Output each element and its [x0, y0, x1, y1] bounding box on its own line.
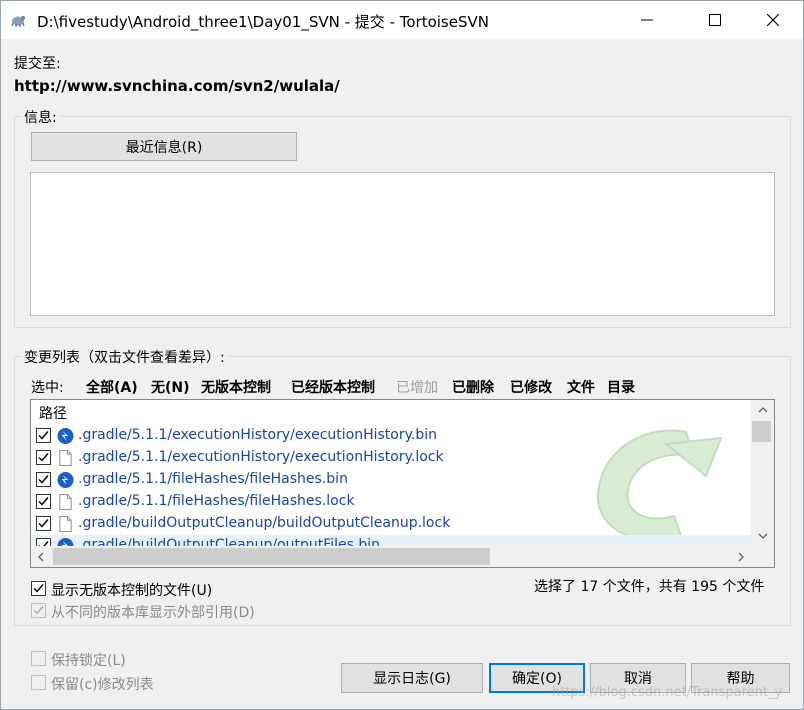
keep-changelists-label: 保留(c)修改列表 — [51, 677, 154, 693]
file-checkbox[interactable] — [36, 494, 51, 509]
filter-directories[interactable]: 目录 — [607, 377, 635, 397]
changes-list[interactable]: 路径 .gradle/5.1.1/executionHistory/execut… — [30, 399, 775, 568]
close-button[interactable] — [750, 1, 796, 39]
file-icon — [59, 449, 72, 467]
filter-deleted[interactable]: 已删除 — [452, 377, 494, 397]
file-icon — [59, 493, 72, 511]
tortoisesvn-app-icon — [11, 16, 25, 27]
filter-none[interactable]: 无(N) — [151, 377, 190, 397]
message-textarea[interactable] — [30, 172, 775, 316]
filter-modified[interactable]: 已修改 — [510, 377, 552, 397]
file-checkbox[interactable] — [36, 428, 51, 443]
maximize-icon — [709, 14, 721, 26]
file-row[interactable]: .gradle/5.1.1/executionHistory/execution… — [31, 425, 751, 447]
scroll-left-button[interactable] — [31, 546, 51, 567]
checkmark-icon — [38, 497, 49, 506]
file-checkbox[interactable] — [36, 516, 51, 531]
horizontal-scroll-thumb[interactable] — [53, 548, 490, 565]
minimize-button[interactable] — [624, 1, 670, 39]
column-header-path[interactable]: 路径 — [39, 403, 67, 423]
file-path: .gradle/5.1.1/executionHistory/execution… — [78, 449, 444, 465]
scroll-up-button[interactable] — [751, 400, 774, 420]
checkmark-icon — [38, 431, 49, 440]
minimize-icon — [641, 19, 653, 21]
file-checkbox[interactable] — [36, 450, 51, 465]
watermark-text: https://blog.csdn.net/Transparent_y — [552, 685, 783, 700]
vertical-scrollbar[interactable] — [751, 400, 774, 546]
file-path: .gradle/5.1.1/executionHistory/execution… — [78, 427, 437, 443]
commit-dialog: D:\fivestudy\Android_three1\Day01_SVN - … — [0, 0, 804, 710]
title-bar: D:\fivestudy\Android_three1\Day01_SVN - … — [1, 1, 803, 39]
scroll-down-button[interactable] — [751, 526, 774, 546]
keep-locks-checkbox — [31, 651, 46, 666]
horizontal-scrollbar[interactable] — [31, 546, 751, 567]
chevron-right-icon — [738, 552, 744, 561]
checkmark-icon — [33, 606, 44, 615]
file-checkbox[interactable] — [36, 472, 51, 487]
file-row[interactable]: .gradle/buildOutputCleanup/buildOutputCl… — [31, 513, 751, 535]
close-icon — [767, 14, 779, 26]
commit-to-label: 提交至: — [14, 56, 61, 72]
checkmark-icon — [38, 453, 49, 462]
scrollbar-corner — [751, 546, 774, 567]
file-path: .gradle/buildOutputCleanup/buildOutputCl… — [78, 515, 451, 531]
file-icon — [59, 515, 72, 533]
svn-add-icon — [57, 427, 74, 445]
chevron-down-icon — [758, 533, 767, 539]
scroll-right-button[interactable] — [731, 546, 751, 567]
filter-unversioned[interactable]: 无版本控制 — [201, 377, 271, 397]
changes-group-label: 变更列表（双击文件查看差异）: — [21, 347, 228, 367]
show-unversioned-checkbox[interactable] — [31, 581, 46, 596]
keep-changelists-checkbox — [31, 675, 46, 690]
chevron-left-icon — [38, 552, 44, 561]
checkmark-icon — [38, 475, 49, 484]
file-row[interactable]: .gradle/5.1.1/executionHistory/execution… — [31, 447, 751, 469]
show-log-button[interactable]: 显示日志(G) — [341, 663, 483, 693]
filter-all[interactable]: 全部(A) — [86, 377, 138, 397]
filter-versioned[interactable]: 已经版本控制 — [291, 377, 375, 397]
file-path: .gradle/5.1.1/fileHashes/fileHashes.lock — [78, 493, 355, 509]
file-path: .gradle/5.1.1/fileHashes/fileHashes.bin — [78, 471, 348, 487]
chevron-up-icon — [758, 407, 767, 413]
show-externals-checkbox — [31, 603, 46, 618]
checkmark-icon — [38, 519, 49, 528]
svn-add-icon — [57, 471, 74, 489]
file-row[interactable]: .gradle/5.1.1/fileHashes/fileHashes.bin — [31, 469, 751, 491]
file-row[interactable]: .gradle/5.1.1/fileHashes/fileHashes.lock — [31, 491, 751, 513]
maximize-button[interactable] — [692, 1, 738, 39]
vertical-scroll-thumb[interactable] — [752, 421, 771, 442]
recent-messages-button[interactable]: 最近信息(R) — [31, 132, 297, 161]
checkmark-icon — [33, 584, 44, 593]
repository-url: http://www.svnchina.com/svn2/wulala/ — [14, 77, 340, 95]
filter-files[interactable]: 文件 — [567, 377, 595, 397]
keep-locks-label: 保持锁定(L) — [51, 653, 126, 669]
show-unversioned-label[interactable]: 显示无版本控制的文件(U) — [51, 580, 212, 600]
message-group-label: 信息: — [21, 107, 60, 127]
filter-added: 已增加 — [396, 380, 438, 396]
show-externals-label: 从不同的版本库显示外部引用(D) — [51, 605, 255, 621]
window-title: D:\fivestudy\Android_three1\Day01_SVN - … — [37, 13, 489, 31]
select-label: 选中: — [31, 380, 64, 396]
selection-summary: 选择了 17 个文件，共有 195 个文件 — [534, 579, 765, 595]
